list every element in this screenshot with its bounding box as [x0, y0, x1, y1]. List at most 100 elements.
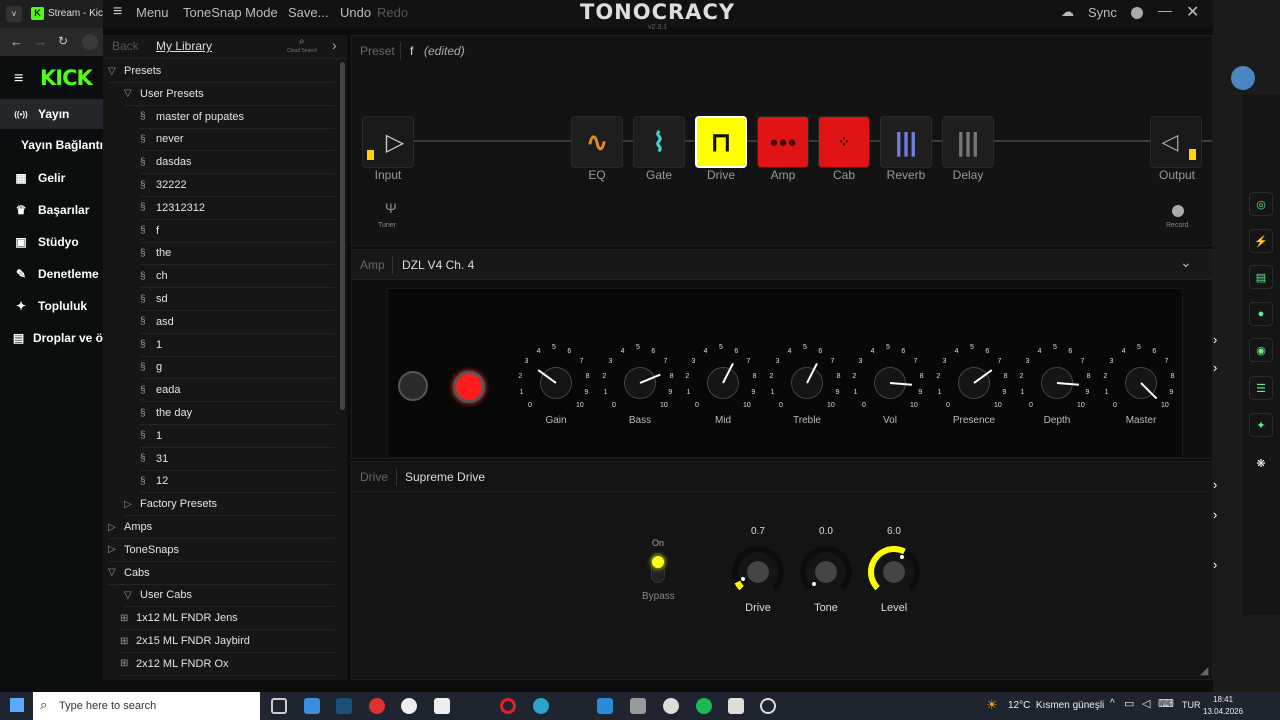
edge-icon[interactable]: [533, 698, 549, 714]
cloud-search-label[interactable]: Cloud Search: [287, 48, 317, 54]
chat-app-icon[interactable]: [401, 698, 417, 714]
expand-arrow-icon[interactable]: ›: [1213, 332, 1217, 347]
preset-name[interactable]: f: [410, 44, 413, 58]
language-indicator[interactable]: TUR: [1182, 700, 1201, 710]
undo-button[interactable]: Undo: [340, 5, 371, 20]
close-icon[interactable]: ✕: [1186, 2, 1199, 22]
mail-icon[interactable]: [304, 698, 320, 714]
kick-nav-item[interactable]: ✎ Denetleme: [0, 259, 103, 289]
expand-arrow-icon[interactable]: ›: [1213, 557, 1217, 572]
layout-icon[interactable]: ☰: [1249, 376, 1273, 400]
store-icon[interactable]: [434, 698, 450, 714]
back-button[interactable]: Back: [112, 39, 139, 53]
drive-model-name[interactable]: Supreme Drive: [405, 470, 485, 484]
chrome-icon[interactable]: [663, 698, 679, 714]
site-info-icon[interactable]: [82, 34, 98, 50]
preset-list-item[interactable]: § the: [140, 245, 171, 261]
resize-grip-icon[interactable]: ◢: [1200, 664, 1208, 677]
preset-list-item[interactable]: § ch: [140, 268, 168, 284]
kick-nav-item[interactable]: ▣ Stüdyo: [0, 227, 103, 257]
taskbar-search-box[interactable]: ⌕ Type here to search: [33, 692, 260, 720]
amp-model-name[interactable]: DZL V4 Ch. 4: [402, 258, 474, 272]
network-icon[interactable]: ▭: [1124, 697, 1134, 710]
settings-icon[interactable]: ✦: [1249, 413, 1273, 437]
chain-block-delay[interactable]: |||: [942, 116, 994, 168]
users-icon[interactable]: ❋: [1249, 451, 1273, 475]
record-dot-icon[interactable]: [1131, 7, 1143, 19]
tray-chevron-icon[interactable]: ^: [1110, 698, 1115, 709]
forward-arrow-icon[interactable]: →: [34, 34, 47, 49]
preset-list-item[interactable]: § 32222: [140, 177, 187, 193]
profile-avatar[interactable]: [1231, 66, 1255, 90]
chain-block-drive[interactable]: ⊓: [695, 116, 747, 168]
chain-block-eq[interactable]: ∿: [571, 116, 623, 168]
task-view-icon[interactable]: [271, 698, 287, 714]
tab-list-chevron-icon[interactable]: v: [6, 6, 22, 22]
expand-arrow-icon[interactable]: ›: [1213, 360, 1217, 375]
kick-nav-item[interactable]: ♛ Başarılar: [0, 195, 103, 225]
preset-list-item[interactable]: § sd: [140, 291, 168, 307]
preset-list-item[interactable]: § eada: [140, 382, 180, 398]
target-icon[interactable]: ◎: [1249, 192, 1273, 216]
broadcast-icon[interactable]: ◉: [1249, 338, 1273, 362]
tree-user-presets[interactable]: ▽ User Presets: [124, 86, 204, 102]
preset-list-item[interactable]: § never: [140, 131, 184, 147]
menu-button[interactable]: Menu: [136, 5, 169, 20]
spotify-icon[interactable]: [696, 698, 712, 714]
redo-button[interactable]: Redo: [377, 5, 408, 20]
library-scrollbar[interactable]: [340, 62, 345, 410]
preset-list-item[interactable]: § 1: [140, 337, 162, 353]
kick-logo[interactable]: KICK: [40, 66, 93, 90]
back-arrow-icon[interactable]: ←: [10, 34, 23, 49]
pen-app-icon[interactable]: [630, 698, 646, 714]
cab-list-item[interactable]: ⊞ 2x12 ML FNDR Ox: [120, 656, 229, 672]
preset-list-item[interactable]: § f: [140, 223, 159, 239]
notes-app-icon[interactable]: [728, 698, 744, 714]
preset-list-item[interactable]: § asd: [140, 314, 174, 330]
record-button[interactable]: [1172, 205, 1184, 217]
tree-factory-presets[interactable]: ▷ Factory Presets: [124, 496, 217, 512]
kick-nav-item[interactable]: ▦ Gelir: [0, 163, 103, 193]
kick-nav-item[interactable]: Yayın Bağlantı: [0, 130, 103, 160]
hamburger-icon[interactable]: ≡: [14, 70, 23, 88]
preset-list-item[interactable]: § the day: [140, 405, 192, 421]
tree-tonesnaps[interactable]: ▷ ToneSnaps: [108, 542, 179, 558]
collapse-library-icon[interactable]: ›: [332, 37, 337, 53]
preset-list-item[interactable]: § 1: [140, 428, 162, 444]
clock-date[interactable]: 13.04.2026: [1203, 707, 1243, 716]
expand-arrow-icon[interactable]: ›: [1213, 477, 1217, 492]
chain-block-cab[interactable]: ⁘: [818, 116, 870, 168]
cab-list-item[interactable]: ⊞ 1x12 ML FNDR Jens: [120, 610, 238, 626]
channel-toggle-switch[interactable]: [398, 371, 428, 401]
keyboard-icon[interactable]: ⌨: [1158, 697, 1174, 710]
vscode-icon[interactable]: [597, 698, 613, 714]
chevron-down-icon[interactable]: ⌄: [1180, 254, 1192, 271]
tree-cabs[interactable]: ▽ Cabs: [108, 565, 150, 581]
minimize-icon[interactable]: —: [1158, 2, 1172, 18]
cloud-search-icon[interactable]: ⌕: [299, 36, 305, 47]
opera-icon[interactable]: [500, 698, 516, 714]
preset-list-item[interactable]: § master of pupates: [140, 109, 244, 125]
note-icon[interactable]: ▤: [1249, 265, 1273, 289]
amp-knob[interactable]: [540, 367, 572, 399]
tree-user-cabs[interactable]: ▽ User Cabs: [124, 587, 192, 603]
clock-time[interactable]: 18:41: [1213, 695, 1233, 704]
kick-nav-item[interactable]: ▤ Droplar ve ö: [0, 323, 103, 353]
preset-list-item[interactable]: § dasdas: [140, 154, 191, 170]
reload-icon[interactable]: ↻: [58, 34, 68, 48]
cab-list-item[interactable]: ⊞ 2x15 ML FNDR Jaybird: [120, 633, 250, 649]
sync-button[interactable]: Sync: [1088, 5, 1117, 20]
preset-list-item[interactable]: § 12312312: [140, 200, 205, 216]
tonocracy-task-icon[interactable]: [760, 698, 776, 714]
weather-text[interactable]: 12°C Kısmen güneşli: [1008, 700, 1104, 711]
windows-start-icon[interactable]: [10, 698, 24, 712]
preset-list-item[interactable]: § g: [140, 359, 162, 375]
chain-block-amp[interactable]: ●●●: [757, 116, 809, 168]
kick-nav-item[interactable]: ((•)) Yayın: [0, 99, 103, 129]
volume-icon[interactable]: ◁: [1142, 697, 1150, 710]
tree-amps[interactable]: ▷ Amps: [108, 519, 152, 535]
steam-icon[interactable]: [336, 698, 352, 714]
expand-arrow-icon[interactable]: ›: [1213, 507, 1217, 522]
preset-list-item[interactable]: § 12: [140, 473, 168, 489]
browser-tab-title[interactable]: Stream - Kick D: [48, 8, 103, 19]
